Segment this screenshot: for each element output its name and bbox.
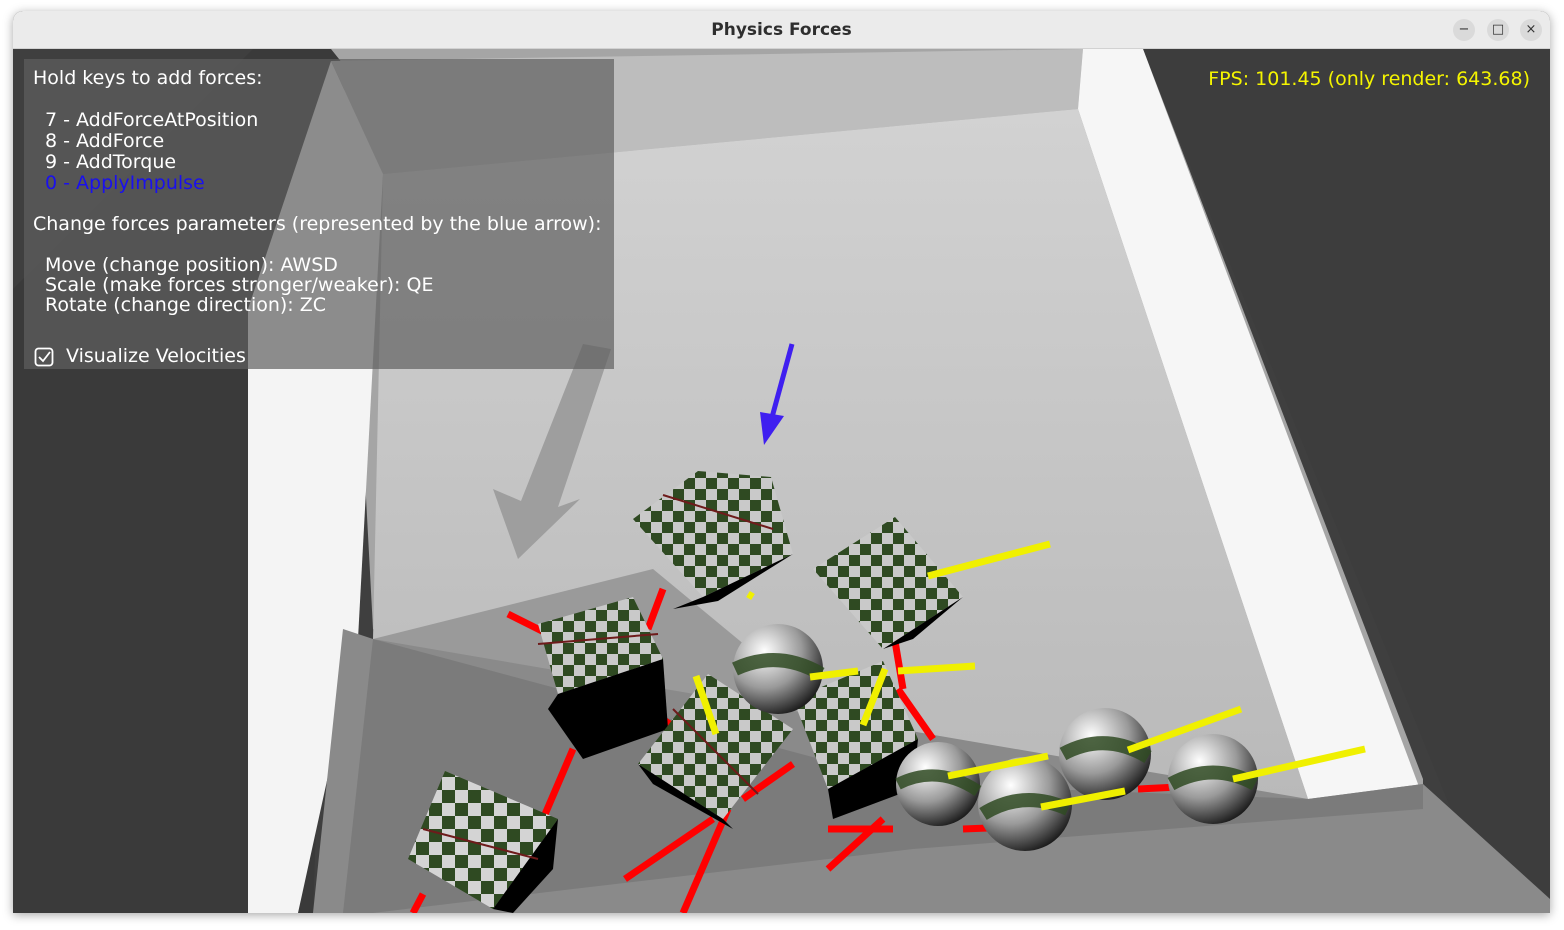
param-scale: Scale (make forces stronger/weaker): QE	[45, 274, 434, 296]
checkbox-checked-icon[interactable]	[34, 347, 54, 367]
visualize-velocities-label: Visualize Velocities	[66, 345, 246, 367]
maximize-button[interactable]: □	[1487, 19, 1509, 41]
force-item-apply-impulse: 0 - ApplyImpulse	[45, 172, 205, 194]
param-rotate: Rotate (change direction): ZC	[45, 294, 327, 316]
force-item-add-force-at-position: 7 - AddForceAtPosition	[45, 109, 259, 131]
3d-viewport[interactable]: Hold keys to add forces: 7 - AddForceAtP…	[13, 49, 1550, 913]
minimize-button[interactable]: −	[1453, 19, 1475, 41]
force-item-add-torque: 9 - AddTorque	[45, 151, 177, 173]
fps-counter: FPS: 101.45 (only render: 643.68)	[1208, 68, 1530, 90]
overlay-heading: Hold keys to add forces:	[33, 67, 263, 89]
force-item-add-force: 8 - AddForce	[45, 130, 165, 152]
window-title: Physics Forces	[711, 20, 852, 40]
app-window: Physics Forces − □ × Hold keys to add fo…	[13, 11, 1550, 913]
params-heading: Change forces parameters (represented by…	[33, 213, 602, 235]
close-button[interactable]: ×	[1520, 19, 1542, 41]
param-move: Move (change position): AWSD	[45, 254, 338, 276]
help-overlay: Hold keys to add forces: 7 - AddForceAtP…	[24, 59, 614, 369]
title-bar[interactable]: Physics Forces − □ ×	[13, 11, 1550, 49]
